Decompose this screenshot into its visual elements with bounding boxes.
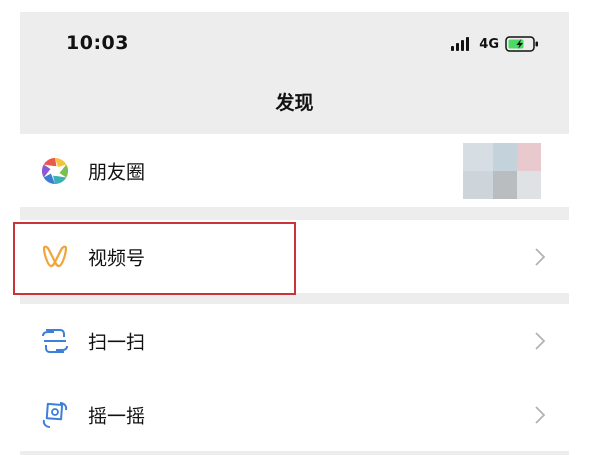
status-time: 10:03 <box>66 32 129 54</box>
battery-charging-icon <box>505 36 539 52</box>
menu-item-label: 朋友圈 <box>88 161 146 183</box>
status-bar: 10:03 4G <box>20 12 569 76</box>
menu-item-label: 摇一摇 <box>88 405 146 427</box>
network-type: 4G <box>479 36 499 52</box>
menu-item-shake[interactable]: 摇一摇 <box>20 378 569 451</box>
scan-icon <box>40 326 70 356</box>
chevron-right-icon <box>535 332 545 350</box>
chevron-right-icon <box>535 405 545 424</box>
status-indicators: 4G <box>451 36 539 52</box>
moments-preview-thumbnail <box>463 143 569 199</box>
menu-item-label: 扫一扫 <box>88 331 146 354</box>
moments-icon <box>40 156 70 186</box>
menu-item-scan[interactable]: 扫一扫 <box>20 304 569 378</box>
chevron-right-icon <box>535 247 545 266</box>
page-title: 发现 <box>275 92 314 114</box>
signal-icon <box>451 37 471 51</box>
highlight-annotation-box <box>13 222 296 295</box>
shake-icon <box>40 400 70 430</box>
